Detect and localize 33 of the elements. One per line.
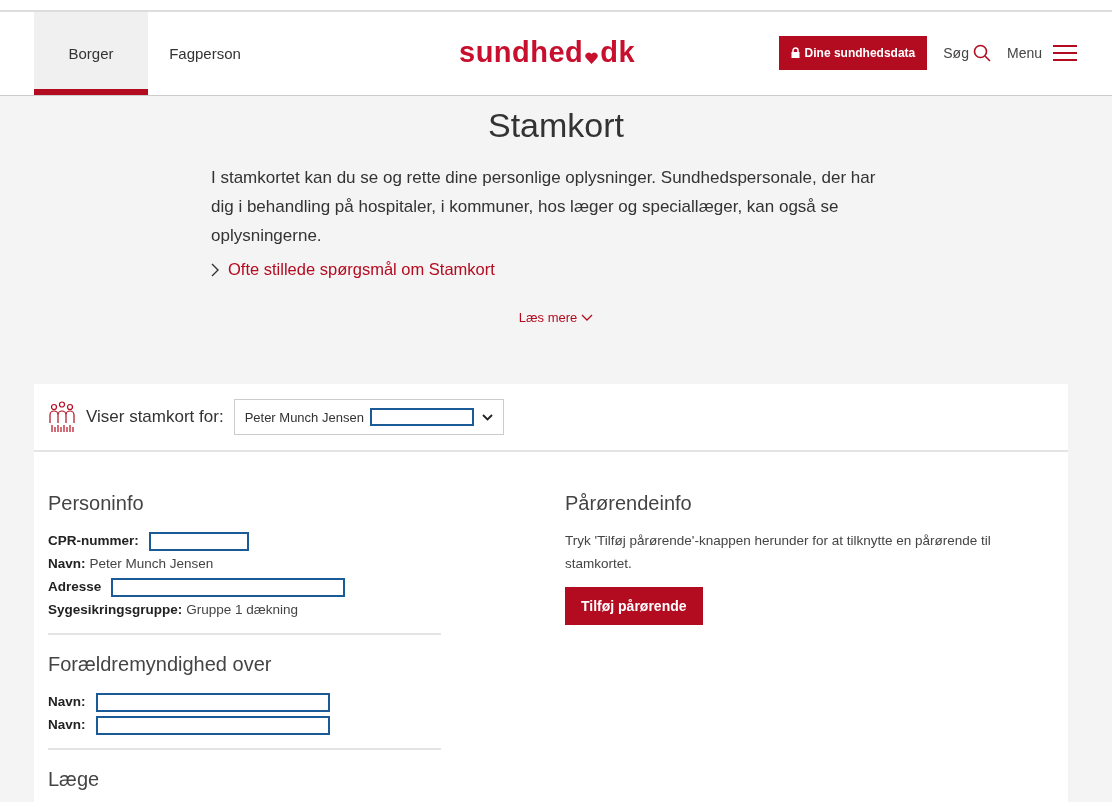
selector-label: Viser stamkort for: xyxy=(86,407,224,427)
nav-tab[interactable]: Fagperson xyxy=(148,12,262,95)
family-icon xyxy=(48,401,76,433)
nav-tab[interactable]: Borger xyxy=(34,12,148,95)
menu-button[interactable]: Menu xyxy=(1006,43,1078,62)
field-label: Navn: xyxy=(48,556,86,571)
section-heading: Pårørendeinfo xyxy=(565,492,693,515)
field-label: Adresse xyxy=(48,579,102,594)
person-select[interactable]: Peter Munch Jensen xyxy=(233,399,504,435)
section-heading: Læge xyxy=(48,768,101,791)
field-label: CPR-nummer: xyxy=(48,533,139,548)
section-heading: Personinfo xyxy=(48,492,145,515)
menu-icon xyxy=(1052,43,1078,62)
chevron-right-icon xyxy=(211,262,220,277)
chevron-down-icon xyxy=(481,413,493,421)
health-data-button[interactable]: Dine sundhedsdata xyxy=(778,35,928,70)
page-title: Stamkort xyxy=(487,106,624,145)
relatives-text: Tryk 'Tilføj pårørende'-knappen herunder for at tilknytte en pårørende til stamkortet. xyxy=(565,532,992,573)
field-label: Sygesikringsgruppe: xyxy=(48,602,183,617)
field-label: Navn: xyxy=(48,717,86,732)
field-value: Peter Munch Jensen xyxy=(89,556,214,571)
read-more-link[interactable]: Læs mere xyxy=(512,309,600,326)
site-logo[interactable]: sundhed dk xyxy=(459,36,636,69)
lock-icon xyxy=(790,47,800,58)
field-value: Gruppe 1 dækning xyxy=(186,602,299,617)
section-heading: Forældremyndighed over xyxy=(48,653,273,676)
add-relative-button[interactable]: Tilføj pårørende xyxy=(565,587,703,625)
field-label: Navn: xyxy=(48,694,86,709)
chevron-down-icon xyxy=(581,313,594,322)
faq-link[interactable]: Ofte stillede spørgsmål om Stamkort xyxy=(228,260,495,279)
intro-text: I stamkortet kan du se og rette dine personlige oplysninger. Sundhedspersonale, der har dig i behandling på hospitaler, i kommuner, hos læger og speciallæger, kan også se oplysningerne. xyxy=(211,167,877,247)
search-icon xyxy=(972,43,991,62)
search-button[interactable]: Søg xyxy=(943,43,991,62)
